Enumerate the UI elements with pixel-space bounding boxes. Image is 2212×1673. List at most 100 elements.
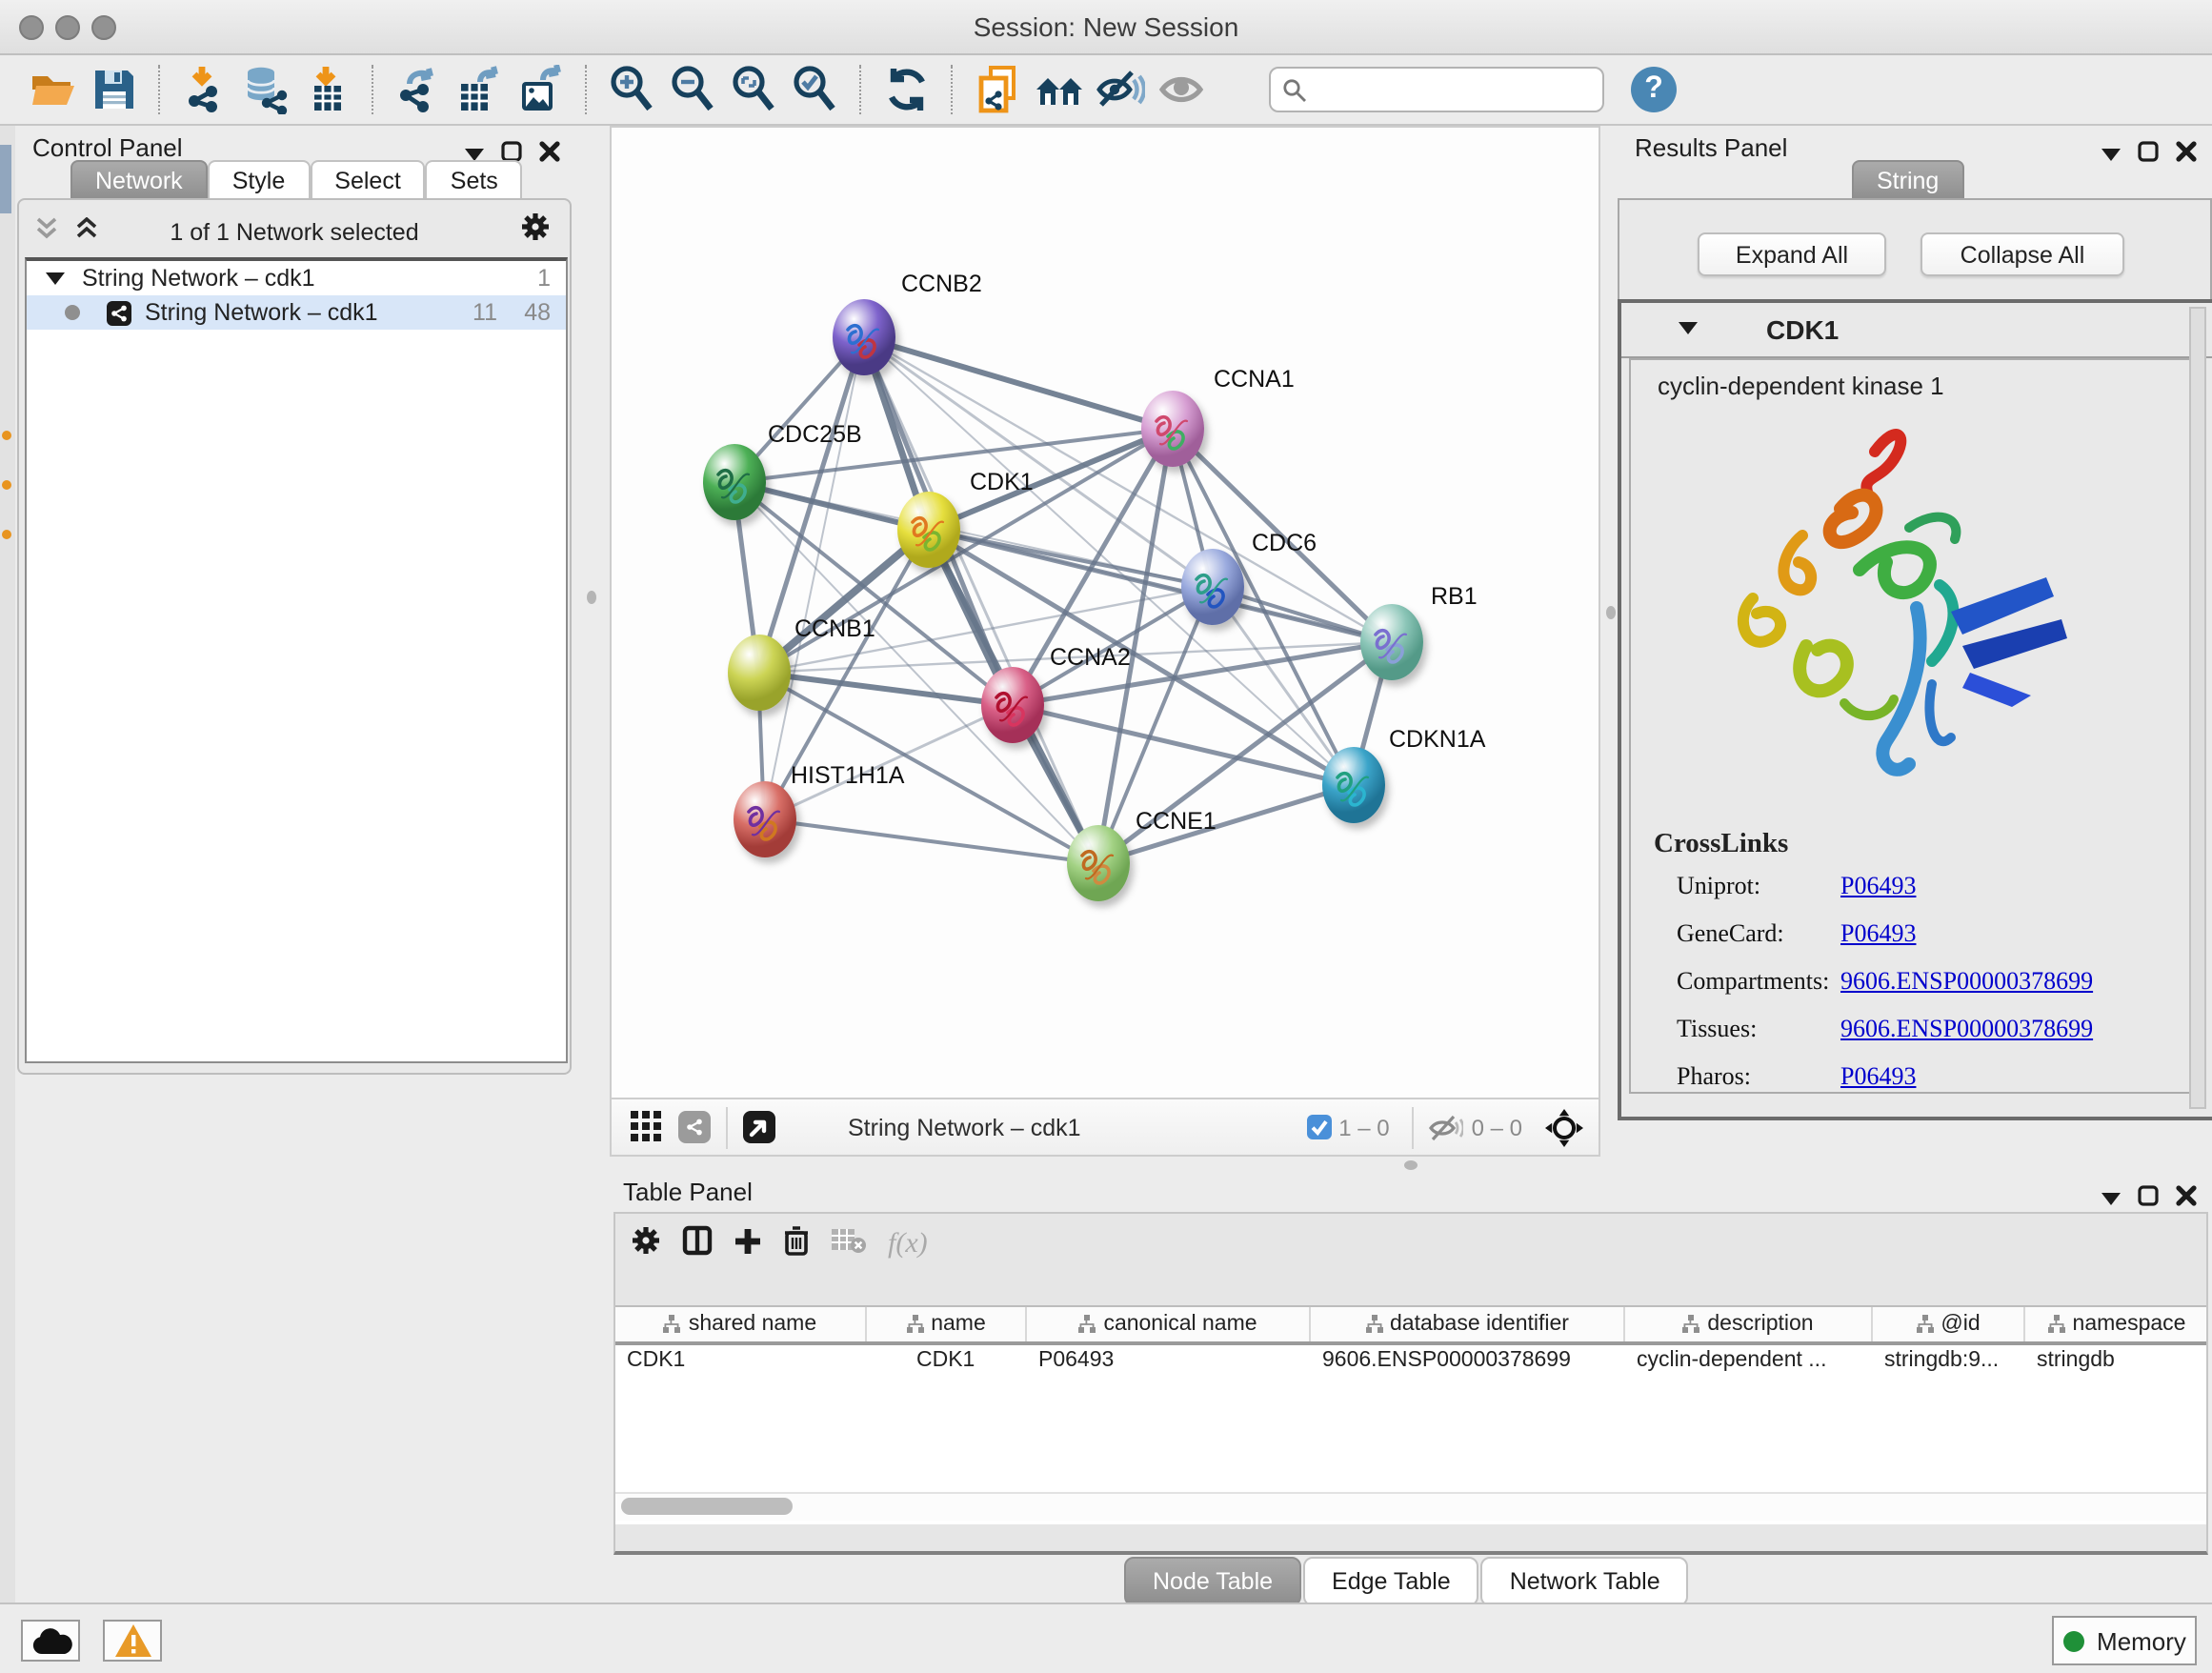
node-HIST1H1A[interactable] xyxy=(733,781,795,857)
control-panel-close-icon[interactable] xyxy=(539,137,560,171)
column-header-description[interactable]: description xyxy=(1625,1307,1873,1341)
node-CDC6[interactable] xyxy=(1180,549,1243,625)
hide-selected-button[interactable] xyxy=(1095,64,1146,115)
edge-CCNB2-CCNA1[interactable] xyxy=(863,337,1172,429)
node-CCNB2[interactable] xyxy=(832,299,895,375)
birdseye-toggle-button[interactable] xyxy=(1545,1108,1583,1146)
birdseye-grid-button[interactable] xyxy=(631,1111,663,1143)
tab-style[interactable]: Style xyxy=(208,160,311,200)
tab-network-table[interactable]: Network Table xyxy=(1481,1557,1689,1606)
table-cell[interactable]: CDK1 xyxy=(867,1345,1027,1376)
table-cell[interactable]: cyclin-dependent ... xyxy=(1625,1345,1873,1376)
save-button[interactable] xyxy=(89,64,140,115)
column-header-shared-name[interactable]: shared name xyxy=(615,1307,867,1341)
memory-button[interactable]: Memory xyxy=(2052,1616,2197,1665)
gene-section-header[interactable]: CDK1 xyxy=(1621,303,2212,358)
node-CDK1[interactable] xyxy=(896,492,959,568)
show-all-button[interactable] xyxy=(1156,64,1207,115)
column-header-name[interactable]: name xyxy=(867,1307,1027,1341)
crosslink-link[interactable]: P06493 xyxy=(1840,918,1916,949)
right-vertical-splitter[interactable] xyxy=(1600,126,1619,1099)
table-panel-close-icon[interactable] xyxy=(2176,1181,2197,1216)
column-header--id[interactable]: @id xyxy=(1873,1307,2025,1341)
zoom-out-button[interactable] xyxy=(668,64,719,115)
column-header-canonical-name[interactable]: canonical name xyxy=(1027,1307,1311,1341)
results-panel-float-icon[interactable] xyxy=(2101,137,2121,171)
tab-edge-table[interactable]: Edge Table xyxy=(1303,1557,1479,1606)
edge-CDK1-RB1[interactable] xyxy=(928,530,1391,642)
tab-string[interactable]: String xyxy=(1852,160,1963,200)
network-collection-row[interactable]: String Network – cdk1 1 xyxy=(27,261,566,295)
copy-view-button[interactable] xyxy=(973,64,1024,115)
tab-node-table[interactable]: Node Table xyxy=(1124,1557,1301,1606)
edge-HIST1H1A-CCNE1[interactable] xyxy=(764,819,1097,863)
collection-expand-icon[interactable] xyxy=(46,272,65,285)
edge-CCNB1-CCNA2[interactable] xyxy=(758,673,1012,705)
table-row[interactable]: CDK1CDK1P064939606.ENSP00000378699cyclin… xyxy=(615,1345,2206,1376)
table-cell[interactable]: 9606.ENSP00000378699 xyxy=(1311,1345,1625,1376)
crosslink-link[interactable]: 9606.ENSP00000378699 xyxy=(1840,966,2093,997)
delete-column-icon[interactable] xyxy=(783,1225,810,1265)
node-CCNA2[interactable] xyxy=(980,667,1043,743)
table-cell[interactable]: stringdb xyxy=(2025,1345,2206,1376)
selected-checkbox-icon[interactable] xyxy=(1306,1115,1331,1139)
gene-section-collapse-icon[interactable] xyxy=(1679,322,1698,335)
tab-sets[interactable]: Sets xyxy=(426,160,523,200)
help-button[interactable]: ? xyxy=(1631,67,1677,112)
expand-all-button[interactable]: Expand All xyxy=(1698,232,1886,276)
export-network-button[interactable] xyxy=(393,64,445,115)
table-cell[interactable]: stringdb:9... xyxy=(1873,1345,2025,1376)
table-panel-float-icon[interactable] xyxy=(2101,1181,2121,1216)
node-CCNA1[interactable] xyxy=(1140,391,1203,467)
home-networks-button[interactable] xyxy=(1034,64,1085,115)
edge-CCNB2-HIST1H1A[interactable] xyxy=(764,337,863,819)
network-view-canvas[interactable]: CCNB2CCNA1CDC25BCDK1CDC6RB1CCNB1CCNA2CDK… xyxy=(610,126,1600,1099)
table-options-gear-icon[interactable] xyxy=(631,1225,661,1265)
node-table[interactable]: shared namenamecanonical namedatabase id… xyxy=(615,1305,2206,1524)
table-cell[interactable]: CDK1 xyxy=(615,1345,867,1376)
column-header-namespace[interactable]: namespace xyxy=(2025,1307,2206,1341)
results-panel-maximize-icon[interactable] xyxy=(2138,137,2159,171)
node-CDKN1A[interactable] xyxy=(1321,747,1384,823)
edge-CCNB2-RB1[interactable] xyxy=(863,337,1391,642)
scrollbar-thumb[interactable] xyxy=(621,1498,793,1515)
import-network-button[interactable] xyxy=(180,64,231,115)
string-view-badge-icon[interactable] xyxy=(678,1111,711,1143)
crosslink-link[interactable]: P06493 xyxy=(1840,871,1916,901)
cloud-button[interactable] xyxy=(21,1620,80,1662)
hidden-eye-icon[interactable] xyxy=(1430,1114,1464,1140)
horizontal-splitter[interactable] xyxy=(610,1157,2212,1174)
show-columns-icon[interactable] xyxy=(682,1225,713,1265)
node-RB1[interactable] xyxy=(1359,604,1422,680)
network-row[interactable]: String Network – cdk1 11 48 xyxy=(27,295,566,330)
open-in-window-button[interactable] xyxy=(743,1111,775,1143)
node-CDC25B[interactable] xyxy=(702,444,765,520)
tab-network[interactable]: Network xyxy=(70,160,208,200)
table-cell[interactable]: P06493 xyxy=(1027,1345,1311,1376)
node-CCNE1[interactable] xyxy=(1066,825,1129,901)
export-table-button[interactable] xyxy=(454,64,506,115)
import-table-button[interactable] xyxy=(302,64,353,115)
import-database-button[interactable] xyxy=(241,64,292,115)
column-header-database-identifier[interactable]: database identifier xyxy=(1311,1307,1625,1341)
search-box[interactable] xyxy=(1269,67,1604,112)
zoom-selected-button[interactable] xyxy=(790,64,841,115)
left-vertical-splitter[interactable] xyxy=(573,126,608,1069)
open-folder-button[interactable] xyxy=(28,64,79,115)
warnings-button[interactable] xyxy=(103,1620,162,1662)
node-CCNB1[interactable] xyxy=(727,635,790,711)
network-options-gear-icon[interactable] xyxy=(520,212,551,252)
crosslink-link[interactable]: P06493 xyxy=(1840,1061,1916,1092)
refresh-button[interactable] xyxy=(881,64,933,115)
results-vertical-scrollbar[interactable] xyxy=(2189,307,2206,1109)
table-panel-maximize-icon[interactable] xyxy=(2138,1181,2159,1216)
tab-select[interactable]: Select xyxy=(310,160,426,200)
title-bar[interactable]: Session: New Session xyxy=(0,0,2212,55)
edge-CCNA2-CDKN1A[interactable] xyxy=(1012,705,1353,785)
search-input[interactable] xyxy=(1307,74,1562,105)
zoom-in-button[interactable] xyxy=(607,64,658,115)
crosslink-link[interactable]: 9606.ENSP00000378699 xyxy=(1840,1014,2093,1044)
results-panel-close-icon[interactable] xyxy=(2176,137,2197,171)
add-column-icon[interactable] xyxy=(734,1226,762,1264)
zoom-fit-button[interactable] xyxy=(729,64,780,115)
